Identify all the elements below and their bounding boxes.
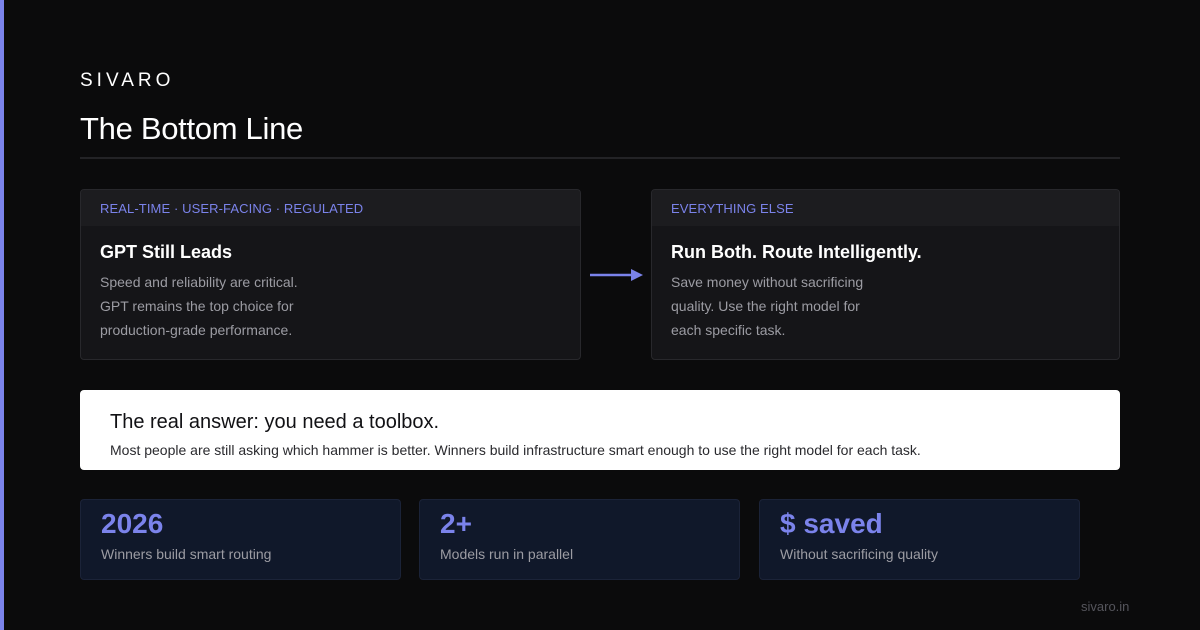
- answer-callout: The real answer: you need a toolbox. Mos…: [80, 390, 1120, 470]
- card-gpt-leads: REAL-TIME · USER-FACING · REGULATED GPT …: [80, 189, 581, 360]
- card-body: Speed and reliability are critical. GPT …: [100, 270, 298, 342]
- card-tag: REAL-TIME · USER-FACING · REGULATED: [81, 190, 580, 226]
- stat-card: 2026 Winners build smart routing: [80, 499, 401, 580]
- card-tag: EVERYTHING ELSE: [652, 190, 1119, 226]
- stat-value: 2026: [101, 508, 164, 539]
- title-divider: [80, 157, 1120, 159]
- card-run-both: EVERYTHING ELSE Run Both. Route Intellig…: [651, 189, 1120, 360]
- accent-bar: [0, 0, 4, 630]
- answer-body: Most people are still asking which hamme…: [110, 442, 921, 458]
- stat-label: Without sacrificing quality: [780, 546, 938, 562]
- stat-card: $ saved Without sacrificing quality: [759, 499, 1080, 580]
- brand-logo: SIVARO: [80, 70, 175, 91]
- card-heading: Run Both. Route Intelligently.: [671, 242, 922, 262]
- stat-card: 2+ Models run in parallel: [419, 499, 740, 580]
- answer-title: The real answer: you need a toolbox.: [110, 411, 440, 433]
- card-body-line: each specific task.: [671, 322, 786, 338]
- stat-value: 2+: [440, 508, 472, 539]
- card-body-line: Save money without sacrificing: [671, 274, 864, 290]
- card-body-line: Speed and reliability are critical.: [100, 274, 298, 290]
- footer-url[interactable]: sivaro.in: [1081, 599, 1129, 615]
- page-title: The Bottom Line: [80, 111, 303, 146]
- stat-value: $ saved: [780, 508, 883, 539]
- card-heading: GPT Still Leads: [100, 242, 233, 262]
- stat-label: Models run in parallel: [440, 546, 574, 562]
- arrow-right-icon: [590, 269, 643, 281]
- card-body-line: quality. Use the right model for: [671, 298, 860, 314]
- stat-label: Winners build smart routing: [101, 546, 272, 562]
- card-body: Save money without sacrificing quality. …: [671, 270, 863, 342]
- card-body-line: GPT remains the top choice for: [100, 298, 294, 314]
- card-body-line: production-grade performance.: [100, 322, 293, 338]
